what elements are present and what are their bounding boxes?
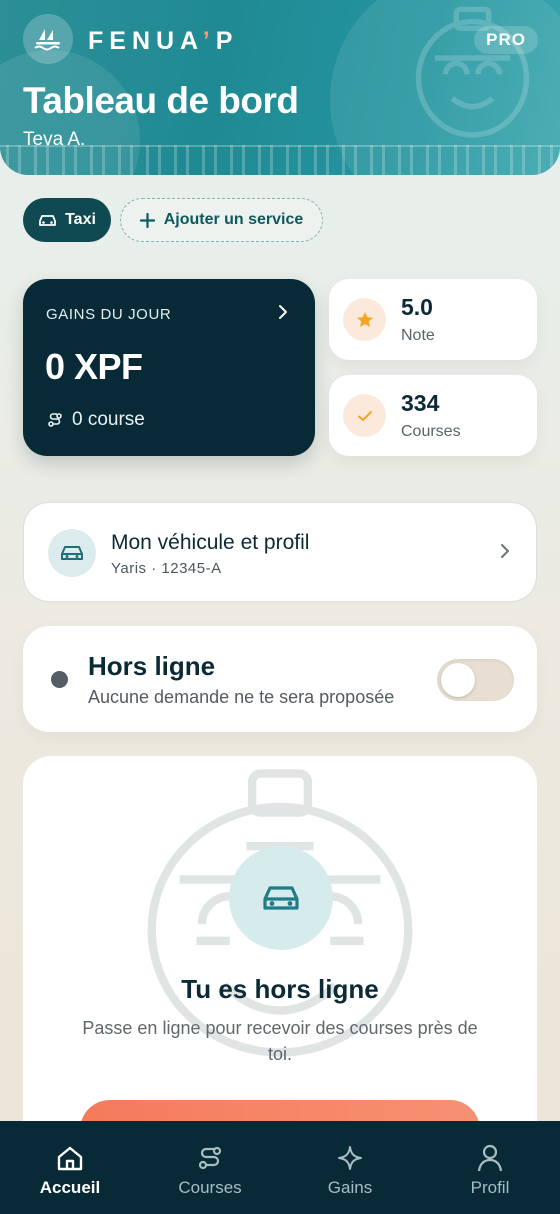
car-icon [263, 886, 299, 910]
rating-label: Note [401, 327, 435, 344]
nav-label: Accueil [39, 1178, 101, 1197]
rides-count-card: 334 Courses [329, 375, 537, 456]
car-icon [39, 215, 56, 226]
chevron-right-icon [279, 305, 287, 319]
rating-card: 5.0 Note [329, 279, 537, 360]
rides-count-label: Courses [401, 423, 461, 440]
rating-value: 5.0 [401, 294, 433, 320]
header: FENUA’P PRO Tableau de bord Teva A. [0, 0, 560, 175]
tiki-mask-icon [415, 6, 530, 138]
status-subtitle: Aucune demande ne te sera proposée [88, 687, 395, 707]
user-icon [475, 1143, 505, 1173]
chevron-right-icon [501, 544, 509, 558]
service-chip-label: Taxi [65, 211, 96, 228]
rides-count-value: 334 [401, 390, 440, 416]
pro-badge: PRO [474, 26, 538, 54]
vehicle-subtitle: Yaris · 12345-A [111, 560, 222, 577]
nav-item-courses[interactable]: Courses [140, 1121, 280, 1214]
status-indicator [51, 671, 68, 688]
toggle-knob [441, 663, 475, 697]
vehicle-title: Mon véhicule et profil [111, 531, 310, 554]
earnings-rides-text: 0 course [72, 409, 145, 430]
bottom-nav: Accueil Courses Gains Profil [0, 1121, 560, 1214]
offline-car-badge [229, 846, 333, 950]
vehicle-profile-card[interactable]: Mon véhicule et profil Yaris · 12345-A [23, 502, 537, 602]
brand-name: FENUA’P [88, 27, 239, 55]
nav-item-accueil[interactable]: Accueil [0, 1121, 140, 1214]
availability-card: Hors ligne Aucune demande ne te sera pro… [23, 626, 537, 732]
offline-title: Tu es hors ligne [181, 974, 379, 1004]
star-icon [343, 298, 386, 341]
nav-item-profil[interactable]: Profil [420, 1121, 560, 1214]
plus-icon [139, 212, 155, 228]
add-service-label: Ajouter un service [163, 211, 304, 228]
check-icon [343, 394, 386, 437]
route-icon [195, 1143, 225, 1173]
sparkle-icon [335, 1143, 365, 1173]
nav-label: Gains [327, 1178, 373, 1197]
add-service-button[interactable]: Ajouter un service [120, 198, 323, 242]
boat-icon [34, 29, 60, 51]
nav-label: Courses [178, 1178, 242, 1197]
earnings-rides: 0 course [47, 409, 145, 431]
offline-message: Passe en ligne pour recevoir des courses… [82, 1018, 478, 1064]
nav-item-gains[interactable]: Gains [280, 1121, 420, 1214]
user-name: Teva A. [23, 129, 86, 150]
online-toggle[interactable] [437, 659, 514, 701]
service-chip-taxi[interactable]: Taxi [23, 198, 111, 242]
home-icon [55, 1143, 85, 1173]
status-title: Hors ligne [88, 651, 216, 681]
nav-label: Profil [470, 1178, 510, 1197]
logo [23, 14, 73, 64]
earnings-amount: 0 XPF [45, 346, 143, 387]
car-icon [48, 529, 96, 577]
earnings-card[interactable]: GAINS DU JOUR 0 XPF 0 course [23, 279, 315, 456]
page-title: Tableau de bord [23, 80, 299, 121]
route-icon [48, 413, 62, 427]
earnings-label: GAINS DU JOUR [46, 306, 172, 323]
